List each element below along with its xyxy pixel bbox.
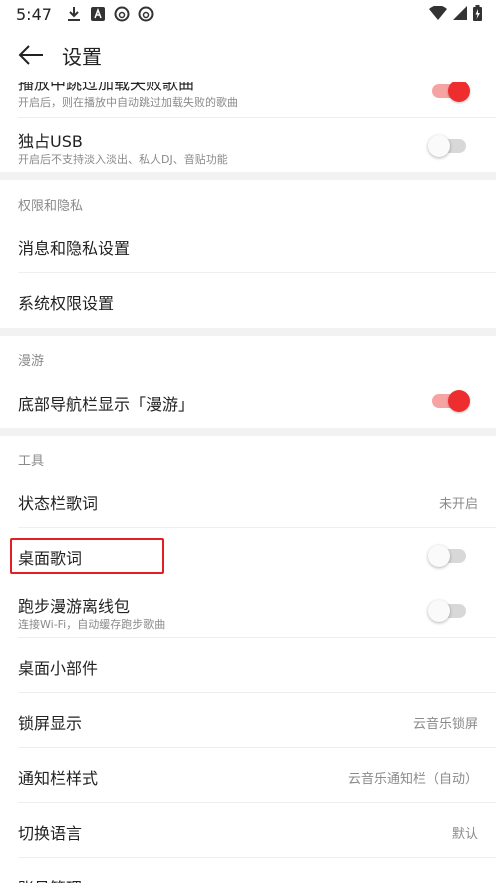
setting-status-lyrics[interactable]: 状态栏歌词 未开启 (0, 473, 496, 527)
setting-title: 桌面小部件 (18, 659, 99, 678)
setting-title: 状态栏歌词 (18, 494, 99, 513)
setting-desktop-widget[interactable]: 桌面小部件 (0, 638, 496, 692)
setting-notification-style[interactable]: 通知栏样式 云音乐通知栏（自动） (0, 748, 496, 802)
setting-title: 消息和隐私设置 (18, 239, 131, 258)
section-header-tools: 工具 (18, 454, 45, 469)
setting-title: 通知栏样式 (18, 769, 99, 788)
status-bar: 5:47 (0, 0, 496, 28)
setting-title: 切换语言 (18, 824, 83, 843)
setting-bottom-nav-roam[interactable]: 底部导航栏显示「漫游」 (0, 374, 496, 428)
back-button[interactable] (16, 40, 46, 70)
page-title: 设置 (62, 44, 102, 69)
toggle-desktop-lyrics[interactable] (428, 545, 466, 567)
setting-value: 云音乐锁屏 (412, 717, 478, 732)
setting-value: 云音乐通知栏（自动） (347, 772, 478, 787)
settings-list[interactable]: 播放中跳过加载失败歌曲 开启后，则在播放中自动跳过加载失败的歌曲 独占USB 开… (0, 82, 496, 883)
setting-lockscreen[interactable]: 锁屏显示 云音乐锁屏 (0, 693, 496, 747)
toggle-exclusive-usb[interactable] (428, 135, 466, 157)
setting-account-management[interactable]: 账号管理 (0, 858, 496, 883)
setting-skip-failed[interactable]: 播放中跳过加载失败歌曲 开启后，则在播放中自动跳过加载失败的歌曲 (0, 82, 496, 118)
setting-title: 锁屏显示 (18, 714, 83, 733)
setting-title: 独占USB (18, 132, 83, 151)
toggle-run-roam-offline[interactable] (428, 600, 466, 622)
netease-icon (114, 6, 130, 22)
toggle-knob (448, 82, 470, 102)
app-bar: 设置 (0, 28, 496, 82)
setting-exclusive-usb[interactable]: 独占USB 开启后不支持淡入淡出、私人DJ、音贴功能 (0, 118, 496, 172)
arrow-left-icon (18, 45, 43, 65)
netease-icon-2 (138, 6, 154, 22)
setting-title: 底部导航栏显示「漫游」 (18, 395, 195, 414)
highlight-box (10, 538, 164, 574)
setting-subtitle: 开启后，则在播放中自动跳过加载失败的歌曲 (18, 96, 238, 109)
section-header-roam: 漫游 (18, 354, 45, 369)
setting-value: 未开启 (438, 497, 478, 512)
setting-subtitle: 连接Wi-Fi，自动缓存跑步歌曲 (18, 618, 166, 631)
setting-subtitle: 开启后不支持淡入淡出、私人DJ、音贴功能 (18, 153, 228, 166)
setting-title: 系统权限设置 (18, 294, 115, 313)
setting-language[interactable]: 切换语言 默认 (0, 803, 496, 857)
app-a-icon (90, 7, 105, 21)
setting-message-privacy[interactable]: 消息和隐私设置 (0, 218, 496, 272)
setting-system-permissions[interactable]: 系统权限设置 (0, 273, 496, 327)
toggle-knob (448, 390, 470, 412)
toggle-knob (428, 545, 450, 567)
setting-title: 播放中跳过加载失败歌曲 (18, 82, 195, 93)
wifi-icon (429, 6, 447, 20)
section-gap (0, 328, 496, 336)
status-time: 5:47 (16, 4, 52, 24)
setting-value: 默认 (451, 827, 478, 842)
toggle-skip-failed[interactable] (432, 82, 470, 102)
setting-title: 跑步漫游离线包 (18, 597, 131, 616)
download-icon (67, 7, 80, 21)
section-gap (0, 428, 496, 436)
battery-icon (473, 5, 482, 21)
signal-icon (453, 6, 467, 20)
setting-run-roam-offline[interactable]: 跑步漫游离线包 连接Wi-Fi，自动缓存跑步歌曲 (0, 583, 496, 637)
toggle-knob (428, 600, 450, 622)
section-gap (0, 172, 496, 180)
toggle-knob (428, 135, 450, 157)
toggle-bottom-nav-roam[interactable] (432, 390, 470, 412)
section-header-permissions: 权限和隐私 (18, 199, 84, 214)
setting-title: 账号管理 (18, 875, 82, 883)
